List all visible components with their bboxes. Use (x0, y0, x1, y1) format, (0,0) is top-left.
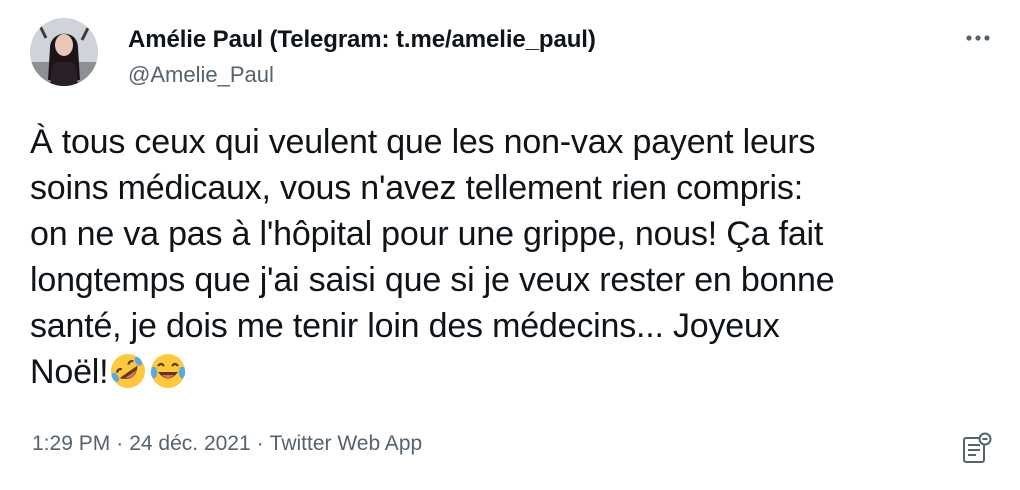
more-options-button[interactable] (958, 26, 998, 50)
author-handle[interactable]: @Amelie_Paul (128, 62, 274, 88)
rolling-on-floor-laughing-emoji (111, 354, 146, 388)
author-display-name[interactable]: Amélie Paul (Telegram: t.me/amelie_paul) (128, 26, 596, 54)
tweet-line: on ne va pas à l'hôpital pour une grippe… (30, 215, 824, 253)
tweet-line: soins médicaux, vous n'avez tellement ri… (30, 169, 803, 207)
tweet-source[interactable]: Twitter Web App (270, 432, 423, 455)
tweet-analytics-icon (963, 432, 992, 463)
profile-photo (30, 18, 98, 86)
tweet-line: Noël! (30, 353, 109, 391)
tweet-line: longtemps que j'ai saisi que si je veux … (30, 261, 835, 299)
meta-separator: · (256, 432, 264, 455)
tweet-analytics-button[interactable] (962, 432, 992, 464)
meta-separator: · (116, 432, 124, 455)
avatar[interactable] (30, 18, 98, 86)
tweet-date[interactable]: 24 déc. 2021 (129, 432, 250, 455)
face-with-tears-of-joy-emoji (151, 354, 186, 388)
tweet-text: À tous ceux qui veulent que les non-vax … (30, 119, 990, 395)
tweet-time[interactable]: 1:29 PM (32, 432, 110, 455)
tweet-card: Amélie Paul (Telegram: t.me/amelie_paul)… (0, 0, 1020, 490)
tweet-line: santé, je dois me tenir loin des médecin… (30, 307, 780, 345)
tweet-line: À tous ceux qui veulent que les non-vax … (30, 123, 816, 161)
tweet-meta: 1:29 PM · 24 déc. 2021 · Twitter Web App (32, 432, 422, 456)
more-options-icon (966, 35, 990, 41)
